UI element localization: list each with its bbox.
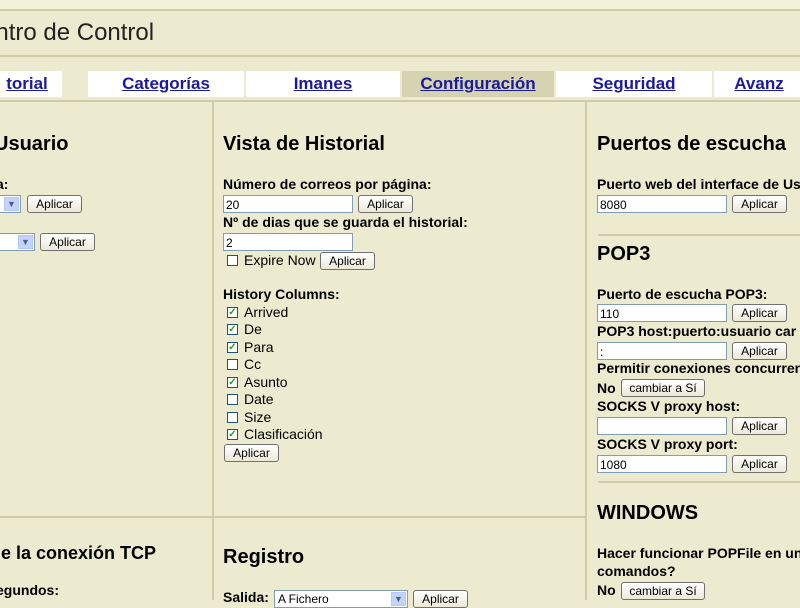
per-page-input[interactable]: 20 [223,195,353,213]
tab-avanzada[interactable]: Avanz [714,71,800,97]
registro-output-select[interactable]: A Fichero ▼ [274,590,408,608]
tcp-heading: le la conexión TCP [0,543,157,563]
chevron-down-icon: ▼ [4,197,19,211]
socks-host-apply-button[interactable]: Aplicar [732,417,787,435]
chevron-down-icon: ▼ [18,235,33,249]
socks-host-input[interactable] [597,417,727,435]
registro-output-value: A Fichero [278,592,329,606]
tab-imanes[interactable]: Imanes [246,71,400,97]
windows-heading: WINDOWS [597,502,699,524]
row-divider-middle [214,516,585,518]
usuario-apply-button-1[interactable]: Aplicar [27,195,82,213]
column-divider-2 [585,102,587,600]
column-checkbox-de[interactable]: ✓ [227,324,238,335]
days-apply-button[interactable]: Aplicar [320,252,375,270]
tab-historial[interactable]: torial [0,71,62,97]
column-label-para: Para [244,339,274,355]
pop3-port-label: Puerto de escucha POP3: [597,286,768,302]
tab-bar: torial Categorías Imanes Configuración S… [0,71,800,97]
page-title: entro de Control [0,19,155,46]
historial-heading: Vista de Historial [223,133,385,155]
windows-run-label-line2: comandos? [597,563,676,579]
concurrent-toggle-button[interactable]: cambiar a Sí [621,379,705,397]
column-label-arrived: Arrived [244,304,289,320]
per-page-apply-button[interactable]: Aplicar [358,195,413,213]
expire-now-label: Expire Now [244,252,316,268]
windows-run-value: No [597,582,616,598]
registro-apply-button[interactable]: Aplicar [413,590,468,608]
pop3-host-apply-button[interactable]: Aplicar [732,342,787,360]
row-divider-right-1 [598,234,800,236]
column-divider-1 [212,102,214,600]
columns-apply-button[interactable]: Aplicar [224,444,279,462]
pop3-heading: POP3 [597,243,651,265]
tab-seguridad[interactable]: Seguridad [556,71,712,97]
column-checkbox-size[interactable] [227,412,238,423]
days-label: Nº de dias que se guarda el historial: [223,214,468,230]
column-checkbox-cc[interactable] [227,359,238,370]
web-port-label: Puerto web del interface de Us [597,176,800,192]
windows-run-label-line1: Hacer funcionar POPFile en un [597,545,800,561]
row-divider-left [0,516,212,518]
socks-port-label: SOCKS V proxy port: [597,436,738,452]
column-label-asunto: Asunto [244,374,288,390]
usuario-field1-label: a: [0,176,9,192]
column-checkbox-para[interactable]: ✓ [227,342,238,353]
socks-port-apply-button[interactable]: Aplicar [732,455,787,473]
web-port-apply-button[interactable]: Aplicar [732,195,787,213]
windows-toggle-button[interactable]: cambiar a Sí [621,582,705,600]
column-label-clasificacion: Clasificación [244,426,323,442]
usuario-heading: Usuario [0,133,69,155]
concurrent-label: Permitir conexiones concurrer [597,360,800,376]
column-label-cc: Cc [244,356,262,372]
column-checkbox-asunto[interactable]: ✓ [227,377,238,388]
days-input[interactable]: 2 [223,233,353,251]
pop3-host-input[interactable]: : [597,342,727,360]
history-columns-label: History Columns: [223,286,340,302]
column-checkbox-date[interactable] [227,394,238,405]
usuario-select-2[interactable]: ▼ [0,233,35,251]
chevron-down-icon: ▼ [391,592,406,606]
tcp-seconds-label: egundos: [0,582,59,598]
per-page-label: Número de correos por página: [223,176,432,192]
tab-configuracion[interactable]: Configuración [402,71,554,97]
socks-host-label: SOCKS V proxy host: [597,398,741,414]
column-checkbox-clasificacion[interactable]: ✓ [227,429,238,440]
column-label-size: Size [244,409,272,425]
pop3-port-input[interactable]: 110 [597,304,727,322]
registro-output-label: Salida: [223,589,269,605]
column-label-de: De [244,321,262,337]
puertos-heading: Puertos de escucha [597,133,786,155]
row-divider-right-2 [598,481,800,483]
tab-categorias[interactable]: Categorías [88,71,244,97]
column-label-date: Date [244,391,274,407]
pop3-host-label: POP3 host:puerto:usuario car [597,323,797,339]
column-checkbox-arrived[interactable]: ✓ [227,307,238,318]
socks-port-input[interactable]: 1080 [597,455,727,473]
expire-now-checkbox[interactable] [227,255,238,266]
usuario-apply-button-2[interactable]: Aplicar [40,233,95,251]
pop3-port-apply-button[interactable]: Aplicar [732,304,787,322]
title-bar: entro de Control [0,9,800,57]
content-top-divider [0,100,800,102]
web-port-input[interactable]: 8080 [597,195,727,213]
concurrent-value: No [597,380,616,396]
registro-heading: Registro [223,546,305,568]
usuario-select-1[interactable]: ▼ [0,195,21,213]
